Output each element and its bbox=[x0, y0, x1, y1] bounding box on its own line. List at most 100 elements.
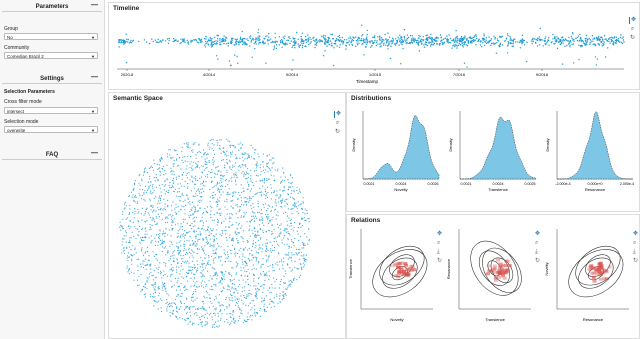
timeline-plot[interactable]: 2020-8 4/2014 9/2014 1/2015 7/2016 9/2016 Tim… bbox=[109, 3, 639, 89]
semantic-point bbox=[280, 231, 282, 233]
semantic-point bbox=[208, 148, 210, 150]
semantic-point bbox=[148, 214, 151, 216]
distribution-plot[interactable]: -2.000e-4 0.000e+0 2.000e-4ResonanceDensit… bbox=[545, 111, 634, 192]
relation-plot[interactable]: ResonanceNovelty bbox=[544, 229, 632, 322]
distribution-plot[interactable]: 0.0021 0.0024 0.0025TransienceDensity bbox=[448, 111, 537, 192]
semantic-point bbox=[299, 249, 301, 251]
semantic-point bbox=[237, 232, 239, 234]
collapse-icon[interactable]: — bbox=[91, 150, 98, 157]
timeline-point bbox=[266, 39, 269, 41]
timeline-point bbox=[433, 38, 436, 41]
zoom-icon[interactable]: ⌕ bbox=[437, 240, 440, 246]
semantic-point bbox=[155, 240, 157, 242]
pan-icon[interactable]: ✥ bbox=[535, 230, 540, 237]
zoom-icon[interactable]: ⌕ bbox=[629, 26, 636, 33]
semantic-point bbox=[217, 220, 219, 222]
settings-header[interactable]: Settings — bbox=[2, 74, 102, 84]
semantic-point bbox=[175, 206, 177, 208]
timeline-point bbox=[564, 45, 566, 47]
pan-icon[interactable]: ✥ bbox=[334, 111, 342, 118]
semantic-point bbox=[265, 272, 267, 274]
reset-icon[interactable]: ↻ bbox=[334, 129, 341, 136]
semantic-point bbox=[155, 174, 157, 176]
semantic-point bbox=[150, 263, 152, 265]
semantic-point bbox=[183, 143, 185, 145]
semantic-point bbox=[134, 201, 136, 203]
reset-icon[interactable]: ↻ bbox=[633, 257, 638, 264]
semantic-point bbox=[276, 278, 278, 281]
semantic-point bbox=[173, 260, 175, 262]
group-select[interactable]: No ▼ bbox=[4, 33, 98, 40]
semantic-point bbox=[143, 168, 146, 170]
semantic-point bbox=[172, 165, 175, 167]
semantic-point bbox=[218, 294, 220, 296]
semantic-point bbox=[150, 235, 152, 237]
pan-icon[interactable]: ✥ bbox=[633, 230, 638, 237]
semantic-point bbox=[210, 210, 212, 212]
semantic-point bbox=[273, 229, 275, 231]
timeline-point bbox=[304, 45, 306, 48]
semantic-point bbox=[181, 174, 184, 176]
reset-icon[interactable]: ↻ bbox=[535, 257, 540, 264]
semantic-space-plot[interactable] bbox=[109, 93, 345, 338]
timeline-point bbox=[612, 44, 615, 46]
collapse-icon[interactable]: — bbox=[91, 2, 98, 9]
semantic-point bbox=[199, 231, 201, 233]
timeline-point bbox=[124, 41, 126, 43]
semantic-point bbox=[194, 244, 196, 246]
semantic-point bbox=[299, 191, 301, 193]
zoom-icon[interactable]: ⌕ bbox=[633, 240, 636, 246]
semantic-point bbox=[226, 158, 228, 161]
semantic-point bbox=[121, 213, 123, 215]
relation-plot[interactable]: TransienceResonance bbox=[446, 229, 531, 322]
semantic-point bbox=[263, 206, 265, 208]
timeline-point bbox=[519, 47, 522, 49]
semantic-point bbox=[131, 260, 133, 262]
semantic-point bbox=[174, 302, 176, 304]
community-select[interactable]: Comedian Brazil 2 ▼ bbox=[4, 52, 98, 59]
semantic-point bbox=[248, 272, 251, 274]
timeline-point bbox=[187, 43, 190, 45]
zoom-icon[interactable]: ⌕ bbox=[535, 240, 538, 246]
pan-icon[interactable]: ✥ bbox=[437, 230, 442, 237]
collapse-icon[interactable]: — bbox=[91, 74, 98, 81]
selection-mode-select[interactable]: overwrite ▼ bbox=[4, 126, 98, 133]
semantic-point bbox=[157, 207, 159, 209]
timeline-point bbox=[338, 40, 341, 42]
semantic-point bbox=[127, 252, 129, 254]
timeline-point bbox=[562, 42, 564, 44]
save-icon[interactable]: ⤓ bbox=[633, 248, 636, 255]
distributions-plots[interactable]: 0.0021 0.0024 0.0026NoveltyDensity0.0021 0.… bbox=[347, 93, 639, 211]
x-tick-label: 0.0026 bbox=[428, 182, 439, 186]
semantic-point bbox=[180, 245, 182, 247]
semantic-point bbox=[268, 205, 271, 207]
semantic-point bbox=[300, 251, 302, 253]
relation-plot[interactable]: NoveltyTransience bbox=[348, 229, 436, 322]
parameters-header[interactable]: Parameters — bbox=[2, 2, 102, 12]
save-icon[interactable]: ⤓ bbox=[437, 248, 440, 255]
semantic-point bbox=[290, 257, 292, 259]
semantic-point bbox=[261, 216, 263, 218]
cross-filter-select[interactable]: intersect ▼ bbox=[4, 107, 98, 114]
semantic-point bbox=[183, 240, 185, 242]
semantic-point bbox=[202, 307, 204, 309]
semantic-point bbox=[258, 288, 260, 291]
semantic-point bbox=[257, 252, 260, 254]
semantic-point bbox=[220, 212, 222, 214]
semantic-point bbox=[225, 271, 227, 273]
distribution-plot[interactable]: 0.0021 0.0024 0.0026NoveltyDensity bbox=[351, 111, 440, 192]
timeline-point bbox=[379, 46, 381, 48]
semantic-point bbox=[228, 193, 230, 195]
faq-header[interactable]: FAQ — bbox=[2, 150, 102, 160]
semantic-point bbox=[187, 144, 189, 146]
zoom-icon[interactable]: ⌕ bbox=[334, 120, 341, 127]
save-icon[interactable]: ⤓ bbox=[535, 248, 538, 255]
pan-icon[interactable]: ✥ bbox=[629, 17, 637, 24]
semantic-point bbox=[187, 197, 189, 199]
reset-icon[interactable]: ↻ bbox=[437, 257, 442, 264]
semantic-point bbox=[171, 209, 173, 211]
relations-plots[interactable]: NoveltyTransience✥⌕⤓↻TransienceResonance… bbox=[347, 215, 639, 338]
reset-icon[interactable]: ↻ bbox=[629, 35, 636, 42]
timeline-point bbox=[545, 42, 548, 44]
timeline-point bbox=[501, 44, 504, 46]
